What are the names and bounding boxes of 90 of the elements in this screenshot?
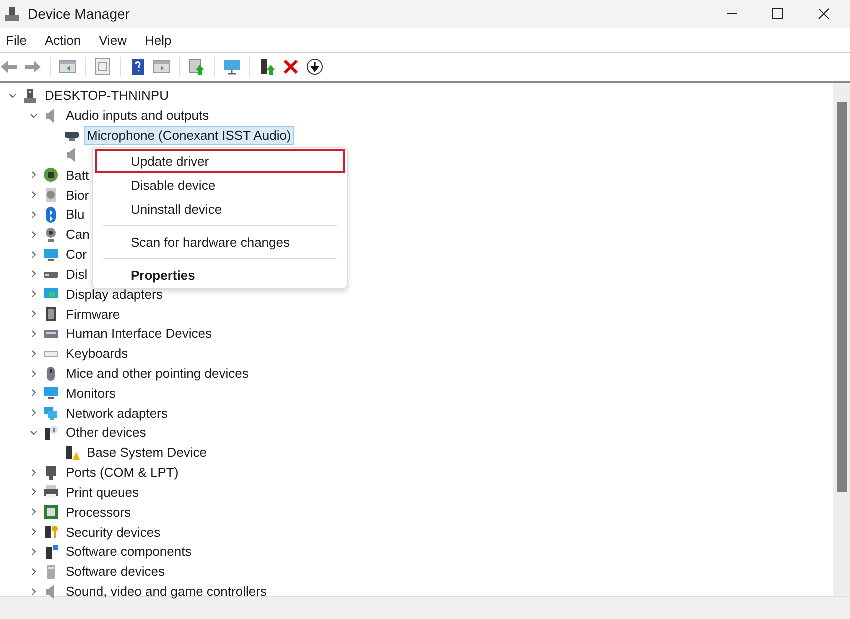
scrollbar-thumb[interactable] bbox=[836, 102, 846, 492]
network-icon bbox=[43, 405, 59, 422]
scrollbar[interactable] bbox=[833, 83, 850, 596]
chevron-icon[interactable] bbox=[30, 389, 38, 398]
tree-item[interactable]: Processors bbox=[63, 502, 134, 522]
computer-icon bbox=[22, 88, 38, 104]
tree-item[interactable]: Network adapters bbox=[63, 404, 171, 423]
maximize-icon[interactable] bbox=[772, 8, 784, 20]
chevron-icon[interactable] bbox=[30, 468, 38, 477]
menu-item[interactable]: File bbox=[6, 32, 27, 48]
help-icon[interactable] bbox=[129, 58, 147, 76]
printer-icon bbox=[43, 484, 59, 500]
component-icon bbox=[43, 544, 59, 560]
chevron-icon[interactable] bbox=[30, 270, 38, 278]
download-icon[interactable] bbox=[306, 58, 324, 76]
tree-item[interactable]: Display adapters bbox=[63, 284, 166, 304]
monitor-icon bbox=[43, 385, 59, 402]
chevron-icon[interactable] bbox=[30, 310, 38, 318]
tree-item[interactable]: Firmware bbox=[63, 304, 124, 324]
tree-item[interactable]: Software devices bbox=[63, 562, 168, 582]
bluetooth-icon bbox=[43, 206, 59, 223]
close-icon[interactable] bbox=[818, 8, 830, 20]
menu-item[interactable]: Update driver bbox=[95, 149, 345, 173]
chevron-icon[interactable] bbox=[30, 171, 38, 180]
tree-item[interactable]: Microphone (Conexant ISST Audio) bbox=[84, 126, 294, 146]
tree-item[interactable]: Ports (COM & LPT) bbox=[63, 463, 182, 482]
back-icon[interactable] bbox=[0, 58, 18, 76]
chevron-icon[interactable] bbox=[9, 92, 17, 100]
scan-hardware-icon[interactable] bbox=[188, 58, 206, 76]
update-driver-icon[interactable] bbox=[258, 58, 276, 76]
tree-item[interactable]: Blu bbox=[63, 205, 88, 224]
window-title: Device Manager bbox=[28, 6, 130, 22]
key-icon bbox=[43, 524, 59, 540]
menu-item[interactable]: View bbox=[99, 32, 128, 48]
battery-icon bbox=[43, 167, 59, 184]
tree-item[interactable]: Batt bbox=[63, 166, 92, 185]
chevron-icon[interactable] bbox=[30, 409, 38, 418]
port-icon bbox=[43, 464, 59, 481]
forward-icon[interactable] bbox=[24, 58, 42, 76]
tree-item[interactable]: Keyboards bbox=[63, 344, 132, 364]
chevron-icon[interactable] bbox=[30, 488, 38, 496]
tree-item[interactable]: Sound, video and game controllers bbox=[63, 582, 270, 602]
tree-item[interactable]: Human Interface Devices bbox=[63, 324, 215, 344]
tree-item[interactable]: Other devices bbox=[63, 423, 150, 442]
menu-item[interactable]: Uninstall device bbox=[95, 197, 345, 221]
chevron-icon[interactable] bbox=[30, 350, 38, 358]
tree-item[interactable]: Cor bbox=[63, 245, 90, 264]
action-pane-icon[interactable] bbox=[153, 58, 171, 76]
chevron-icon[interactable] bbox=[30, 428, 38, 437]
chevron-icon[interactable] bbox=[30, 528, 38, 536]
tree-item[interactable]: Bior bbox=[63, 186, 92, 205]
tree-item[interactable]: Monitors bbox=[63, 384, 119, 403]
chevron-icon[interactable] bbox=[30, 588, 38, 596]
tree-item[interactable]: Software components bbox=[63, 542, 195, 562]
unknown-device-icon bbox=[43, 424, 59, 441]
tree-item[interactable]: Base System Device bbox=[84, 443, 210, 462]
tree-item[interactable]: Security devices bbox=[63, 522, 164, 542]
chevron-icon[interactable] bbox=[30, 250, 38, 259]
chevron-icon[interactable] bbox=[30, 290, 38, 298]
tree-item[interactable]: Audio inputs and outputs bbox=[63, 106, 212, 126]
warning-icon bbox=[64, 444, 80, 461]
chip-icon bbox=[43, 306, 59, 322]
fingerprint-icon bbox=[43, 187, 59, 204]
tree-item[interactable]: DESKTOP-THNINPU bbox=[42, 86, 172, 106]
tree-item[interactable]: Can bbox=[63, 225, 93, 244]
menu-item[interactable]: Action bbox=[44, 32, 82, 48]
menu-item[interactable]: Disable device bbox=[95, 173, 345, 197]
chevron-icon[interactable] bbox=[30, 210, 38, 219]
menu-item[interactable]: Properties bbox=[95, 263, 345, 287]
chevron-icon[interactable] bbox=[30, 330, 38, 338]
webcam-icon bbox=[43, 226, 59, 243]
monitor-icon bbox=[43, 246, 59, 263]
chevron-icon[interactable] bbox=[30, 568, 38, 576]
chevron-icon[interactable] bbox=[30, 112, 38, 120]
tree-item[interactable]: Print queues bbox=[63, 482, 142, 502]
chevron-icon[interactable] bbox=[30, 548, 38, 556]
chevron-icon[interactable] bbox=[30, 230, 38, 239]
processor-icon bbox=[43, 504, 59, 520]
uninstall-icon[interactable] bbox=[282, 58, 300, 76]
properties-icon[interactable] bbox=[94, 58, 112, 76]
app-icon bbox=[4, 6, 20, 22]
chevron-icon[interactable] bbox=[30, 370, 38, 378]
monitor-icon[interactable] bbox=[223, 58, 241, 76]
menu-item[interactable]: Scan for hardware changes bbox=[95, 230, 345, 254]
chevron-icon[interactable] bbox=[30, 191, 38, 200]
tree-item[interactable]: Mice and other pointing devices bbox=[63, 364, 252, 383]
tree-item[interactable]: Disl bbox=[63, 264, 91, 284]
menu-item[interactable]: Help bbox=[145, 32, 172, 48]
console-tree-icon[interactable] bbox=[59, 58, 77, 76]
chevron-icon[interactable] bbox=[30, 508, 38, 516]
